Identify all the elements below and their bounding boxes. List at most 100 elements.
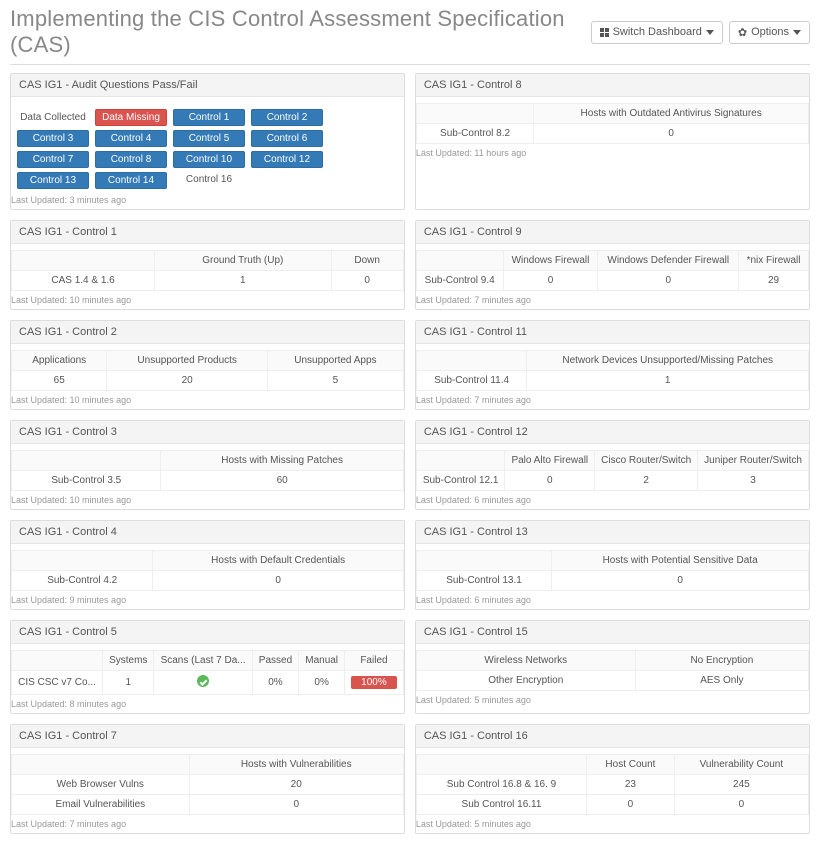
column-header (12, 551, 153, 571)
data-table: Host CountVulnerability CountSub Control… (416, 754, 809, 815)
chip[interactable]: Control 13 (17, 172, 89, 189)
column-header: Hosts with Potential Sensitive Data (552, 551, 809, 571)
data-table: Hosts with Potential Sensitive DataSub-C… (416, 550, 809, 591)
failed-pill: 100% (351, 676, 397, 689)
chip[interactable]: Control 8 (95, 151, 167, 168)
table-row: Sub-Control 13.10 (416, 571, 808, 591)
chip[interactable]: Control 4 (95, 130, 167, 147)
switch-dashboard-button[interactable]: Switch Dashboard (591, 21, 723, 44)
panel-c12: CAS IG1 - Control 12Palo Alto FirewallCi… (415, 420, 810, 510)
chip[interactable]: Control 6 (251, 130, 323, 147)
table-row: CAS 1.4 & 1.610 (12, 271, 404, 291)
panel-body: Hosts with Outdated Antivirus Signatures… (416, 97, 809, 144)
chip[interactable]: Control 7 (17, 151, 89, 168)
data-cell: 2 (595, 471, 698, 491)
table-row: Sub-Control 4.20 (12, 571, 404, 591)
top-bar: Implementing the CIS Control Assessment … (10, 6, 810, 65)
data-cell: 1 (527, 371, 809, 391)
panel-body: SystemsScans (Last 7 Da...PassedManualFa… (11, 644, 404, 695)
column-header: Wireless Networks (416, 651, 635, 671)
dashboard-grid: CAS IG1 - Audit Questions Pass/FailData … (10, 73, 810, 834)
chip[interactable]: Control 2 (251, 109, 323, 126)
chip[interactable]: Control 12 (251, 151, 323, 168)
table-row: 65205 (12, 371, 404, 391)
panel-c3: CAS IG1 - Control 3 Hosts with Missing Pa… (10, 420, 405, 510)
data-cell: 245 (674, 775, 808, 795)
panel-header: CAS IG1 - Control 8 (416, 74, 809, 97)
panel-c8: CAS IG1 - Control 8 Hosts with Outdated A… (415, 73, 810, 210)
chip-group: Data CollectedData MissingControl 1Contr… (11, 103, 404, 191)
data-table: Hosts with VulnerabilitiesWeb Browser Vu… (11, 754, 404, 815)
data-cell: 0 (331, 271, 403, 291)
row-header-cell: CIS CSC v7 Co... (12, 671, 103, 695)
data-cell: 0 (153, 571, 403, 591)
panel-body: Hosts with Potential Sensitive DataSub-C… (416, 544, 809, 591)
column-header: *nix Firewall (739, 251, 809, 271)
chip[interactable]: Control 5 (173, 130, 245, 147)
panel-c7: CAS IG1 - Control 7Hosts with Vulnerabil… (10, 724, 405, 834)
options-label: Options (751, 26, 789, 38)
chip[interactable]: Control 14 (95, 172, 167, 189)
panel-c9: CAS IG1 - Control 9Windows FirewallWindo… (415, 220, 810, 310)
panel-header: CAS IG1 - Control 12 (416, 421, 809, 444)
panel-body: Palo Alto FirewallCisco Router/SwitchJun… (416, 444, 809, 491)
data-cell: 0% (252, 671, 298, 695)
panel-footer: Last Updated: 8 minutes ago (11, 695, 404, 713)
data-cell: 60 (161, 471, 403, 491)
table-row: Sub-Control 8.20 (416, 124, 808, 144)
gear-icon: ✿ (738, 26, 747, 39)
data-cell: AES Only (635, 671, 808, 691)
row-header-cell: Sub Control 16.8 & 16. 9 (416, 775, 586, 795)
column-header (416, 551, 551, 571)
data-table: Hosts with Missing PatchesSub-Control 3.… (11, 450, 404, 491)
chevron-down-icon (706, 30, 714, 35)
row-header-cell: Sub-Control 3.5 (12, 471, 161, 491)
panel-header: CAS IG1 - Control 3 (11, 421, 404, 444)
row-header-cell: Sub-Control 9.4 (416, 271, 503, 291)
column-header (12, 651, 103, 671)
column-header: Ground Truth (Up) (155, 251, 331, 271)
column-header: Hosts with Default Credentials (153, 551, 403, 571)
table-row: Sub-Control 3.560 (12, 471, 404, 491)
panel-header: CAS IG1 - Control 16 (416, 725, 809, 748)
data-table: Hosts with Outdated Antivirus Signatures… (416, 103, 809, 144)
chip[interactable]: Control 1 (173, 109, 245, 126)
panel-header: CAS IG1 - Control 13 (416, 521, 809, 544)
panel-header: CAS IG1 - Control 9 (416, 221, 809, 244)
column-header: Windows Defender Firewall (598, 251, 739, 271)
panel-c15: CAS IG1 - Control 15Wireless NetworksNo … (415, 620, 810, 714)
column-header: Failed (345, 651, 404, 671)
chip[interactable]: Control 3 (17, 130, 89, 147)
data-cell: 65 (12, 371, 107, 391)
panel-footer: Last Updated: 10 minutes ago (11, 391, 404, 409)
column-header: Passed (252, 651, 298, 671)
table-row: Email Vulnerabilities0 (12, 795, 404, 815)
data-cell: Other Encryption (416, 671, 635, 691)
data-cell: 1 (155, 271, 331, 291)
dashboard-grid-icon (600, 28, 609, 37)
panel-body: Hosts with VulnerabilitiesWeb Browser Vu… (11, 748, 404, 815)
row-header-cell: Sub-Control 13.1 (416, 571, 551, 591)
table-row: Sub-Control 9.40029 (416, 271, 808, 291)
data-cell: 0 (552, 571, 809, 591)
data-table: Hosts with Default CredentialsSub-Contro… (11, 550, 404, 591)
panel-footer: Last Updated: 6 minutes ago (416, 591, 809, 609)
panel-header: CAS IG1 - Control 15 (416, 621, 809, 644)
data-cell: 5 (267, 371, 403, 391)
options-button[interactable]: ✿ Options (729, 21, 810, 44)
chip[interactable]: Control 10 (173, 151, 245, 168)
row-header-cell: Sub Control 16.11 (416, 795, 586, 815)
panel-body: Hosts with Default CredentialsSub-Contro… (11, 544, 404, 591)
panel-c1: CAS IG1 - Control 1Ground Truth (Up)Down… (10, 220, 405, 310)
panel-body: Wireless NetworksNo EncryptionOther Encr… (416, 644, 809, 691)
panel-footer: Last Updated: 5 minutes ago (416, 691, 809, 709)
panel-body: Network Devices Unsupported/Missing Patc… (416, 344, 809, 391)
panel-body: Hosts with Missing PatchesSub-Control 3.… (11, 444, 404, 491)
column-header (12, 451, 161, 471)
panel-header: CAS IG1 - Control 1 (11, 221, 404, 244)
column-header: Hosts with Missing Patches (161, 451, 403, 471)
chip[interactable]: Data Missing (95, 109, 167, 126)
row-header-cell: Sub-Control 11.4 (416, 371, 527, 391)
data-cell: 1 (103, 671, 154, 695)
panel-c2: CAS IG1 - Control 2ApplicationsUnsupport… (10, 320, 405, 410)
